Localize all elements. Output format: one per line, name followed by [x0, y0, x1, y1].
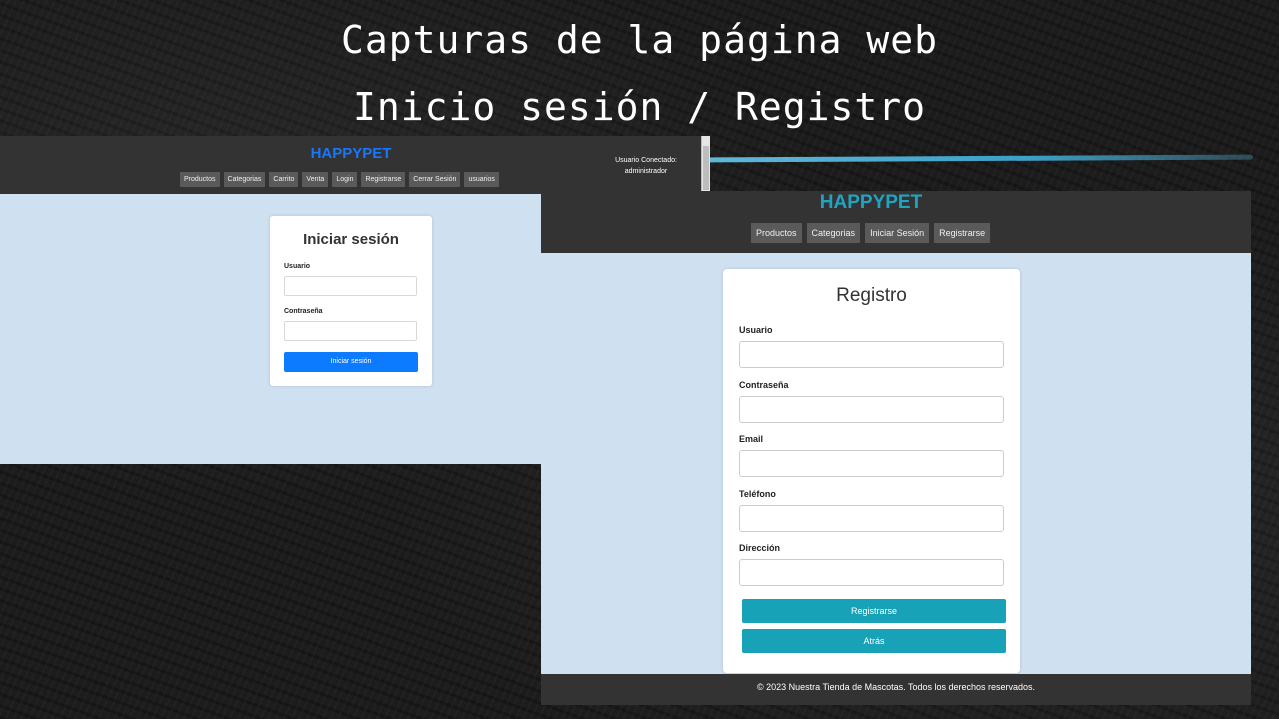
slide-subtitle: Inicio sesión / Registro	[352, 85, 927, 129]
nav-menu: Productos Categorias Carrito Venta Login…	[180, 172, 499, 187]
back-button[interactable]: Atrás	[742, 629, 1006, 653]
user-status-name: administrador	[624, 168, 668, 175]
email-label: Email	[739, 434, 764, 444]
nav-item-categorias[interactable]: Categorias	[223, 172, 266, 187]
nav-item-registrarse[interactable]: Registrarse	[934, 223, 991, 243]
register-card: Registro Usuario Contraseña Email Teléfo…	[723, 269, 1020, 673]
brand-logo[interactable]: HAPPYPET	[0, 145, 702, 162]
nav-item-iniciar-sesion[interactable]: Iniciar Sesión	[865, 223, 930, 243]
chalk-underline	[707, 154, 1254, 163]
username-input[interactable]	[284, 276, 417, 296]
slide-title: Capturas de la página web	[341, 18, 938, 62]
nav-item-venta[interactable]: Venta	[302, 172, 329, 187]
nav-item-usuarios[interactable]: usuarios	[464, 172, 499, 187]
password-label: Contraseña	[284, 308, 323, 315]
register-screenshot: HAPPYPET Productos Categorias Iniciar Se…	[541, 191, 1251, 705]
username-label: Usuario	[739, 325, 773, 335]
nav-item-cerrar-sesion[interactable]: Cerrar Sesión	[409, 172, 461, 187]
address-input[interactable]	[739, 559, 1004, 586]
login-title: Iniciar sesión	[303, 231, 399, 248]
scrollbar[interactable]	[701, 136, 710, 194]
register-title: Registro	[836, 285, 907, 306]
password-input[interactable]	[739, 396, 1004, 423]
nav-menu: Productos Categorias Iniciar Sesión Regi…	[751, 223, 991, 243]
password-input[interactable]	[284, 321, 417, 341]
nav-item-productos[interactable]: Productos	[751, 223, 802, 243]
register-button[interactable]: Registrarse	[742, 599, 1006, 623]
login-button[interactable]: Iniciar sesión	[284, 352, 418, 372]
nav-item-productos[interactable]: Productos	[180, 172, 220, 187]
scrollbar-thumb[interactable]	[703, 146, 709, 190]
footer: © 2023 Nuestra Tienda de Mascotas. Todos…	[541, 674, 1251, 705]
password-label: Contraseña	[739, 380, 789, 390]
username-label: Usuario	[284, 263, 311, 270]
nav-item-registrarse[interactable]: Registrarse	[361, 172, 406, 187]
nav-item-login[interactable]: Login	[332, 172, 358, 187]
nav-item-carrito[interactable]: Carrito	[269, 172, 299, 187]
phone-input[interactable]	[739, 505, 1004, 532]
nav-item-categorias[interactable]: Categorias	[806, 223, 861, 243]
username-input[interactable]	[739, 341, 1004, 368]
address-label: Dirección	[739, 543, 781, 553]
user-status-label: Usuario Conectado:	[615, 157, 677, 164]
navbar: HAPPYPET Productos Categorias Carrito Ve…	[0, 136, 710, 194]
navbar: HAPPYPET Productos Categorias Iniciar Se…	[541, 191, 1251, 253]
email-input[interactable]	[739, 450, 1004, 477]
phone-label: Teléfono	[739, 489, 776, 499]
user-status: Usuario Conectado: administrador	[600, 155, 692, 177]
brand-logo[interactable]: HAPPYPET	[541, 192, 1201, 214]
login-card: Iniciar sesión Usuario Contraseña Inicia…	[270, 216, 432, 386]
